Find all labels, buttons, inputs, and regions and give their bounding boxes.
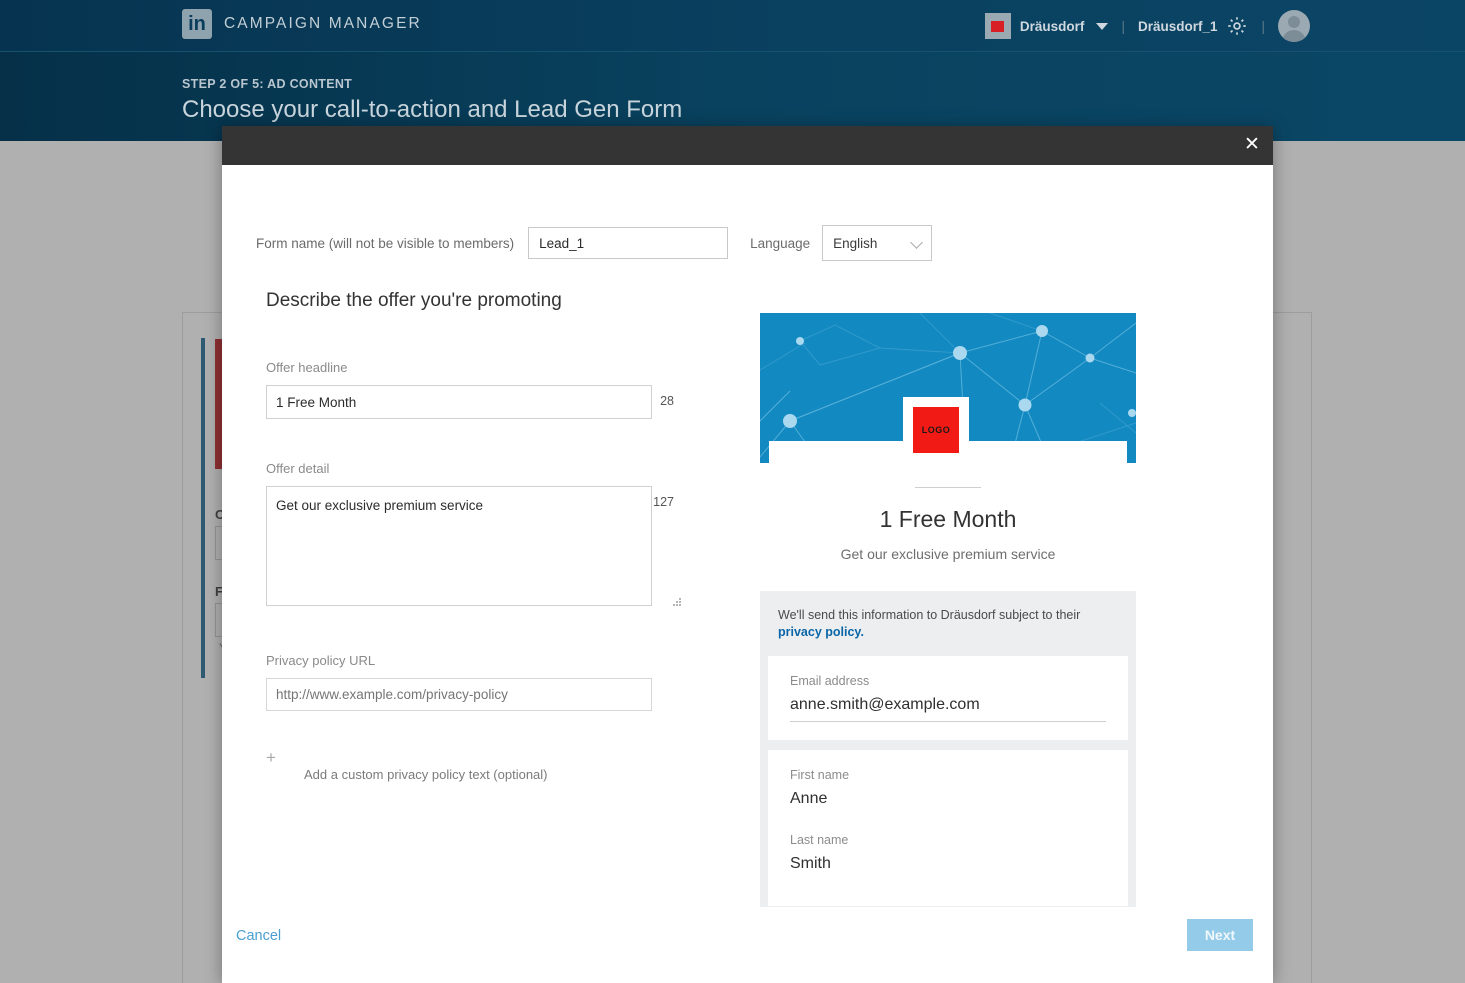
preview-email-value[interactable]: anne.smith@example.com (790, 696, 1106, 722)
modal-title-bar: ✕ (222, 126, 1273, 165)
preview-form-body: We'll send this information to Dräusdorf… (760, 591, 1136, 928)
lead-gen-form-modal: ✕ Form name (will not be visible to memb… (222, 126, 1273, 983)
app-header: in CAMPAIGN MANAGER Dräusdorf | Dräusdor… (0, 0, 1465, 52)
preview-first-name-value[interactable]: Anne (790, 790, 1106, 815)
form-preview: LOGO 1 Free Month Get our exclusive prem… (760, 313, 1136, 983)
avatar[interactable] (1278, 10, 1310, 42)
preview-notice-text: We'll send this information to Dräusdorf… (778, 608, 1081, 622)
company-logo-text: LOGO (921, 425, 951, 435)
preview-logo-frame: LOGO (903, 397, 969, 463)
preview-name-group: First name Anne Last name Smith (768, 750, 1128, 906)
offer-form-column: Describe the offer you're promoting Offe… (266, 290, 686, 789)
plus-icon[interactable]: + (266, 749, 276, 766)
preview-privacy-policy-link[interactable]: privacy policy. (778, 625, 864, 639)
preview-headline: 1 Free Month (879, 506, 1017, 532)
preview-email-label: Email address (790, 674, 870, 688)
form-name-input[interactable] (528, 227, 729, 259)
brand-title: CAMPAIGN MANAGER (224, 15, 422, 32)
preview-first-name-label: First name (790, 768, 850, 782)
header-separator-1: | (1121, 18, 1125, 34)
page-title: Choose your call-to-action and Lead Gen … (182, 96, 683, 123)
close-icon[interactable]: ✕ (1240, 133, 1264, 157)
cancel-button[interactable]: Cancel (236, 928, 281, 944)
offer-detail-input-wrap: Get our exclusive premium service 127 (266, 486, 686, 611)
privacy-url-label: Privacy policy URL (266, 653, 376, 668)
preview-last-name-value[interactable]: Smith (790, 855, 1106, 880)
preview-divider (915, 487, 981, 488)
account-sub-name[interactable]: Dräusdorf_1 (1138, 19, 1218, 34)
language-label: Language (750, 235, 811, 251)
header-account-area: Dräusdorf | Dräusdorf_1 | (984, 10, 1310, 42)
linkedin-icon: in (182, 9, 212, 39)
offer-headline-input[interactable] (266, 385, 652, 419)
modal-footer: Cancel Next (222, 907, 1273, 983)
preview-subtext: Get our exclusive premium service (840, 546, 1056, 562)
offer-detail-textarea[interactable]: Get our exclusive premium service (266, 486, 652, 606)
preview-email-group: Email address anne.smith@example.com (768, 656, 1128, 740)
preview-privacy-notice: We'll send this information to Dräusdorf… (760, 607, 1136, 656)
preview-last-name-label: Last name (790, 833, 849, 847)
company-logo: LOGO (913, 407, 959, 453)
chevron-down-icon[interactable] (1096, 22, 1109, 30)
offer-detail-field: Offer detail Get our exclusive premium s… (266, 461, 686, 611)
add-custom-privacy-text-label[interactable]: Add a custom privacy policy text (option… (304, 767, 548, 782)
modal-body: Form name (will not be visible to member… (222, 165, 1273, 983)
offer-headline-counter: 28 (660, 394, 674, 408)
privacy-url-field: Privacy policy URL (266, 653, 686, 711)
offer-headline-field: Offer headline 28 (266, 360, 686, 419)
offer-detail-counter: 127 (653, 495, 674, 509)
language-select[interactable]: English (822, 225, 933, 261)
privacy-url-input[interactable] (266, 678, 652, 711)
form-name-label: Form name (will not be visible to member… (256, 235, 515, 251)
account-name[interactable]: Dräusdorf (1020, 19, 1085, 34)
gear-icon[interactable] (1226, 15, 1248, 37)
account-logo-icon (984, 13, 1011, 39)
resize-grip-icon[interactable] (673, 598, 682, 607)
brand: in CAMPAIGN MANAGER (182, 9, 422, 39)
offer-headline-label: Offer headline (266, 360, 348, 375)
form-name-row: Form name (will not be visible to member… (256, 225, 933, 261)
next-button[interactable]: Next (1187, 919, 1253, 951)
header-separator-2: | (1261, 18, 1265, 34)
add-custom-privacy-text-row[interactable]: + Add a custom privacy policy text (opti… (266, 749, 686, 789)
step-label: STEP 2 OF 5: AD CONTENT (182, 77, 353, 91)
screen: in CAMPAIGN MANAGER Dräusdorf | Dräusdor… (0, 0, 1465, 983)
offer-headline-input-wrap: 28 (266, 385, 686, 419)
language-select-wrap: English (822, 225, 933, 261)
section-heading: Describe the offer you're promoting (266, 290, 562, 311)
offer-detail-label: Offer detail (266, 461, 330, 476)
